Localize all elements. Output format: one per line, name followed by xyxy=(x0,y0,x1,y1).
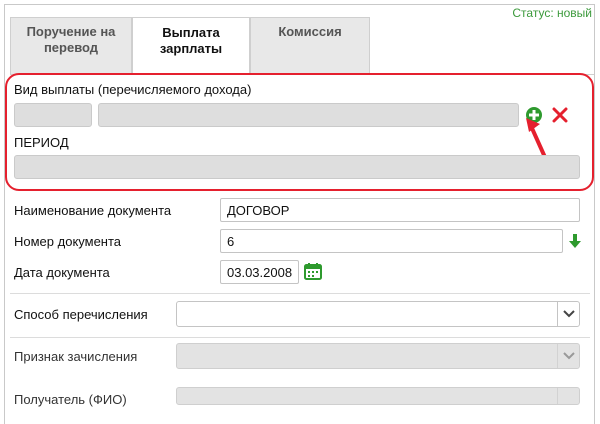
payout-code-field[interactable] xyxy=(14,103,92,127)
divider xyxy=(10,337,590,338)
credit-sign-label: Признак зачисления xyxy=(14,349,138,364)
doc-date-input[interactable]: 03.03.2008 xyxy=(220,260,299,284)
transfer-method-select[interactable] xyxy=(176,301,580,327)
period-field[interactable] xyxy=(14,155,580,179)
credit-sign-select[interactable] xyxy=(176,343,580,369)
period-label: ПЕРИОД xyxy=(14,135,69,150)
tab-label-line1: Поручение на xyxy=(26,24,116,39)
tab-label-line2: перевод xyxy=(43,40,99,55)
tab-transfer-order[interactable]: Поручение на перевод xyxy=(10,17,132,75)
doc-name-input[interactable]: ДОГОВОР xyxy=(220,198,580,222)
doc-number-label: Номер документа xyxy=(14,234,122,249)
doc-number-input[interactable]: 6 xyxy=(220,229,563,253)
chevron-down-icon[interactable] xyxy=(557,388,579,404)
tab-salary-payout[interactable]: Выплата зарплаты xyxy=(132,17,250,75)
status-label: Статус: новый xyxy=(512,6,592,20)
tab-label-line1: Комиссия xyxy=(278,24,342,39)
chevron-down-icon[interactable] xyxy=(557,344,579,368)
divider xyxy=(10,293,590,294)
tab-label-line1: Выплата xyxy=(162,25,220,40)
payout-name-field[interactable] xyxy=(98,103,519,127)
transfer-method-label: Способ перечисления xyxy=(14,307,148,322)
calendar-icon[interactable] xyxy=(304,262,322,280)
tab-commission[interactable]: Комиссия xyxy=(250,17,370,75)
arrow-down-icon[interactable] xyxy=(568,233,582,249)
doc-date-label: Дата документа xyxy=(14,265,110,280)
doc-name-label: Наименование документа xyxy=(14,203,172,218)
payout-type-label: Вид выплаты (перечисляемого дохода) xyxy=(14,82,252,97)
recipient-select[interactable] xyxy=(176,387,580,405)
chevron-down-icon[interactable] xyxy=(557,302,579,326)
tab-label-line2: зарплаты xyxy=(159,41,223,56)
